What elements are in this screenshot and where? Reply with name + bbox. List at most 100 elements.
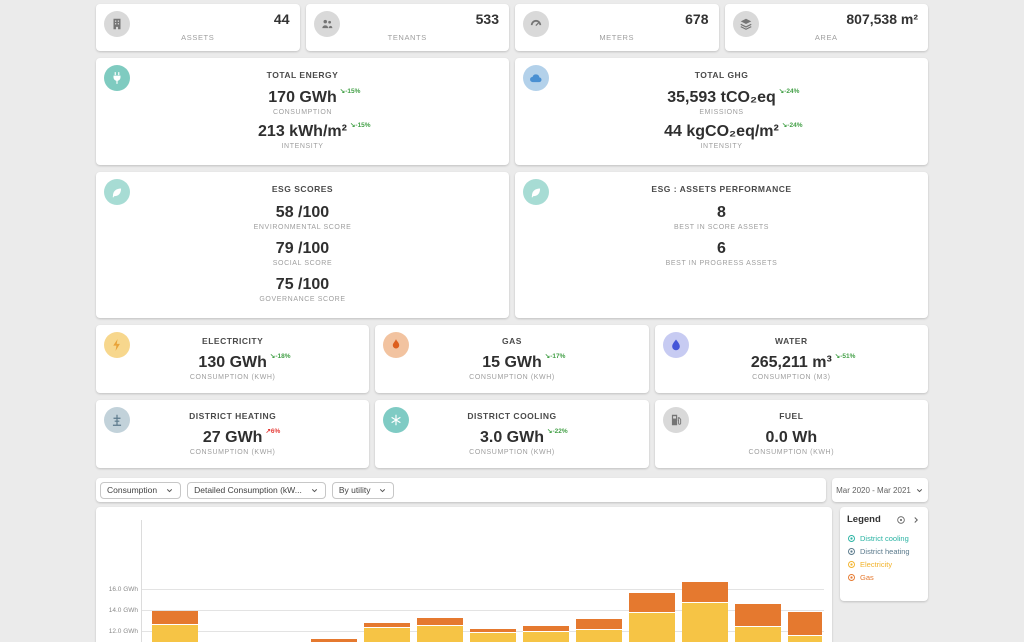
y-tick-label: 14.0 GWh (100, 607, 138, 614)
legend-item-electricity[interactable]: Electricity (847, 560, 921, 569)
chart-toolbar: Consumption Detailed Consumption (kW... … (96, 478, 928, 502)
utility-card-water: WATER 265,211 m³↘-51% CONSUMPTION (M3) (655, 325, 928, 393)
segment-electricity[interactable] (682, 603, 728, 642)
legend-item-label: District cooling (860, 534, 909, 543)
leaf-icon (523, 179, 549, 205)
utility-card-district-cooling: DISTRICT COOLING 3.0 GWh↘-22% CONSUMPTIO… (375, 400, 648, 468)
segment-gas[interactable] (417, 618, 463, 625)
meters-label: METERS (525, 33, 709, 42)
segment-electricity[interactable] (735, 627, 781, 642)
bar-mar-2021[interactable] (788, 612, 822, 642)
bar-nov-2020[interactable] (576, 619, 622, 642)
circle-dot-icon (847, 534, 856, 543)
segment-electricity[interactable] (364, 628, 410, 642)
segment-electricity[interactable] (470, 633, 516, 642)
segment-electricity[interactable] (417, 626, 463, 642)
utility-card-district-heating: DISTRICT HEATING 27 GWh↗6% CONSUMPTION (… (96, 400, 369, 468)
fuel-pump-icon (663, 407, 689, 433)
tenants-value: 533 (316, 11, 500, 27)
legend-header: Legend (847, 514, 921, 525)
segment-electricity[interactable] (629, 613, 675, 642)
metric-select[interactable]: Consumption (100, 482, 181, 499)
utility-card-gas: GAS 15 GWh↘-17% CONSUMPTION (KWH) (375, 325, 648, 393)
chart-section: 16.0 GWh14.0 GWh12.0 GWh10.0 GWh8.0 GWh6… (96, 507, 928, 642)
total-ghg-title: TOTAL GHG (523, 70, 920, 80)
date-range-picker[interactable]: Mar 2020 - Mar 2021 (832, 478, 928, 502)
trend-badge: ↘-24% (782, 121, 803, 129)
chevron-down-icon (378, 486, 387, 495)
segment-electricity[interactable] (576, 630, 622, 642)
chevron-down-icon (310, 486, 319, 495)
trend-badge: ↘-17% (545, 352, 566, 360)
energy-consumption-value: 170 GWh↘-15% (268, 89, 336, 107)
legend-item-district-cooling[interactable]: District cooling (847, 534, 921, 543)
segment-electricity[interactable] (788, 636, 822, 642)
dashboard: 44 ASSETS 533 TENANTS 678 METERS 807,538… (0, 0, 1024, 642)
ghg-intensity-value: 44 kgCO₂eq/m²↘-24% (664, 123, 779, 141)
bar-jan-2021[interactable] (682, 582, 728, 642)
legend-items: District cooling District heating Electric… (847, 534, 921, 582)
legend-item-gas[interactable]: Gas (847, 573, 921, 582)
circle-dot-icon (847, 573, 856, 582)
ghg-intensity-metric: 44 kgCO₂eq/m²↘-24% INTENSITY (523, 123, 920, 150)
ghg-emissions-metric: 35,593 tCO₂eq↘-24% EMISSIONS (523, 89, 920, 116)
district-heating-icon (104, 407, 130, 433)
bar-jul-2020[interactable] (364, 623, 410, 642)
esg-assets-title: ESG : ASSETS PERFORMANCE (523, 184, 920, 194)
utility-row-1: ELECTRICITY 130 GWh↘-18% CONSUMPTION (KW… (96, 325, 928, 393)
segment-gas[interactable] (735, 604, 781, 627)
consumption-chart-card: 16.0 GWh14.0 GWh12.0 GWh10.0 GWh8.0 GWh6… (96, 507, 832, 642)
legend-title: Legend (847, 514, 896, 525)
utility-card-fuel: FUEL 0.0 Wh CONSUMPTION (KWH) (655, 400, 928, 468)
bar-mar-2020[interactable] (152, 611, 198, 642)
bolt-icon (104, 332, 130, 358)
ghg-intensity-label: INTENSITY (523, 143, 920, 150)
total-energy-title: TOTAL ENERGY (104, 70, 501, 80)
social-score-metric: 79 /100 SOCIAL SCORE (104, 240, 501, 267)
bar-aug-2020[interactable] (417, 618, 463, 642)
segment-gas[interactable] (576, 619, 622, 630)
area-label: AREA (735, 33, 919, 42)
segment-gas[interactable] (629, 593, 675, 613)
bar-oct-2020[interactable] (523, 626, 569, 642)
leaf-icon (104, 179, 130, 205)
chevron-right-icon[interactable] (911, 515, 921, 525)
best-in-progress-metric: 6 BEST IN PROGRESS ASSETS (523, 240, 920, 267)
trend-badge: ↘-51% (835, 352, 856, 360)
totals-row: TOTAL ENERGY 170 GWh↘-15% CONSUMPTION 21… (96, 58, 928, 165)
focus-icon[interactable] (896, 515, 906, 525)
stacked-bar-chart: 16.0 GWh14.0 GWh12.0 GWh10.0 GWh8.0 GWh6… (100, 516, 828, 642)
segment-gas[interactable] (152, 611, 198, 625)
groupby-select[interactable]: By utility (332, 482, 395, 499)
kpi-card-meters: 678 METERS (515, 4, 719, 51)
bar-sep-2020[interactable] (470, 629, 516, 642)
bar-feb-2021[interactable] (735, 604, 781, 642)
view-select[interactable]: Detailed Consumption (kW... (187, 482, 326, 499)
esg-row: ESG SCORES 58 /100 ENVIRONMENTAL SCORE 7… (96, 172, 928, 318)
total-ghg-card: TOTAL GHG 35,593 tCO₂eq↘-24% EMISSIONS 4… (515, 58, 928, 165)
governance-score-metric: 75 /100 GOVERNANCE SCORE (104, 276, 501, 303)
segment-electricity[interactable] (152, 625, 198, 642)
segment-gas[interactable] (788, 612, 822, 636)
trend-badge: ↘-24% (779, 87, 800, 95)
segment-electricity[interactable] (523, 632, 569, 642)
legend-item-district-heating[interactable]: District heating (847, 547, 921, 556)
environmental-score-metric: 58 /100 ENVIRONMENTAL SCORE (104, 204, 501, 231)
chart-filters: Consumption Detailed Consumption (kW... … (96, 478, 826, 502)
segment-gas[interactable] (682, 582, 728, 603)
water-drop-icon (663, 332, 689, 358)
kpi-row: 44 ASSETS 533 TENANTS 678 METERS 807,538… (96, 4, 928, 51)
trend-badge: ↘-18% (270, 352, 291, 360)
chart-bars (146, 516, 822, 642)
y-tick-label: 16.0 GWh (100, 586, 138, 593)
y-tick-label: 12.0 GWh (100, 628, 138, 635)
bar-dec-2020[interactable] (629, 593, 675, 642)
trend-badge: ↘-15% (340, 87, 361, 95)
esg-scores-card: ESG SCORES 58 /100 ENVIRONMENTAL SCORE 7… (96, 172, 509, 318)
ghg-emissions-label: EMISSIONS (523, 109, 920, 116)
building-icon (104, 11, 130, 37)
legend-panel: Legend District cooling District heating E… (840, 507, 928, 601)
legend-item-label: District heating (860, 547, 910, 556)
energy-intensity-value: 213 kWh/m²↘-15% (258, 123, 347, 141)
trend-badge: ↘-22% (547, 427, 568, 435)
